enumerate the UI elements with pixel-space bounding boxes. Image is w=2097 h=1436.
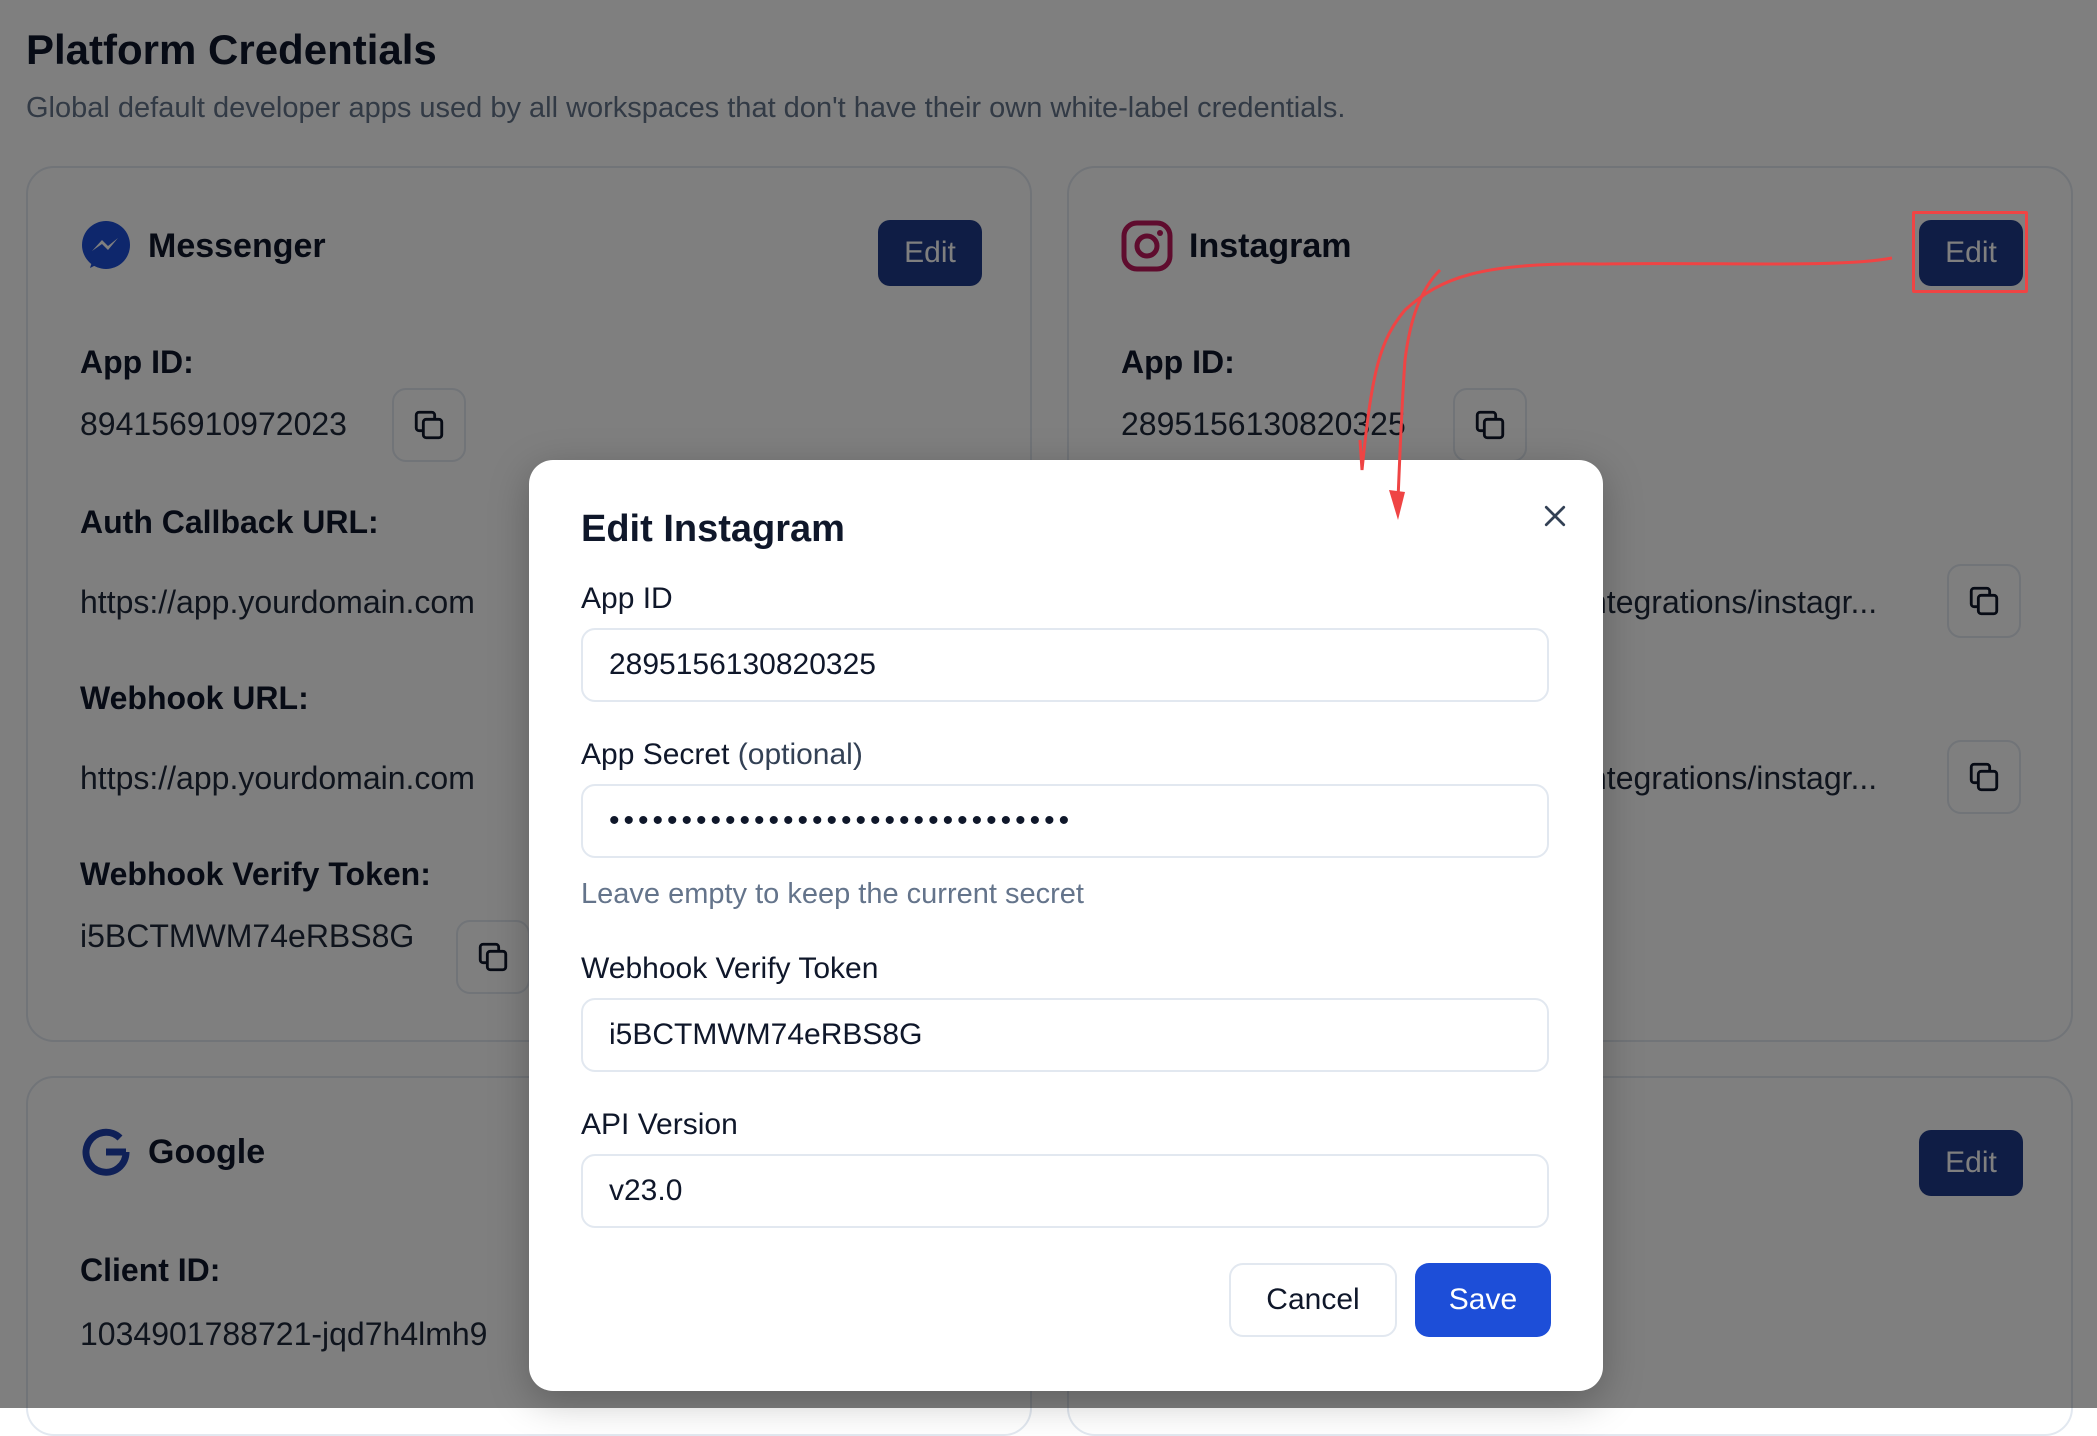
close-icon (1544, 505, 1566, 527)
dialog-title: Edit Instagram (581, 508, 845, 550)
api-version-input[interactable] (581, 1154, 1549, 1228)
api-version-label: API Version (581, 1108, 738, 1141)
app-secret-label-text: App Secret (581, 738, 730, 771)
app-secret-input[interactable] (581, 784, 1549, 858)
app-secret-hint: Leave empty to keep the current secret (581, 878, 1084, 910)
app-id-input[interactable] (581, 628, 1549, 702)
save-button[interactable]: Save (1415, 1263, 1551, 1337)
edit-instagram-dialog: Edit Instagram App ID App Secret (option… (529, 460, 1603, 1391)
app-secret-optional: (optional) (737, 738, 863, 771)
close-button[interactable] (1529, 490, 1581, 542)
cancel-button[interactable]: Cancel (1229, 1263, 1397, 1337)
annotation-highlight-box (1912, 211, 2028, 293)
verify-token-label: Webhook Verify Token (581, 952, 879, 985)
app-secret-label: App Secret (optional) (581, 738, 863, 772)
page: Platform Credentials Global default deve… (0, 0, 2097, 1436)
app-id-label: App ID (581, 582, 673, 615)
verify-token-input[interactable] (581, 998, 1549, 1072)
